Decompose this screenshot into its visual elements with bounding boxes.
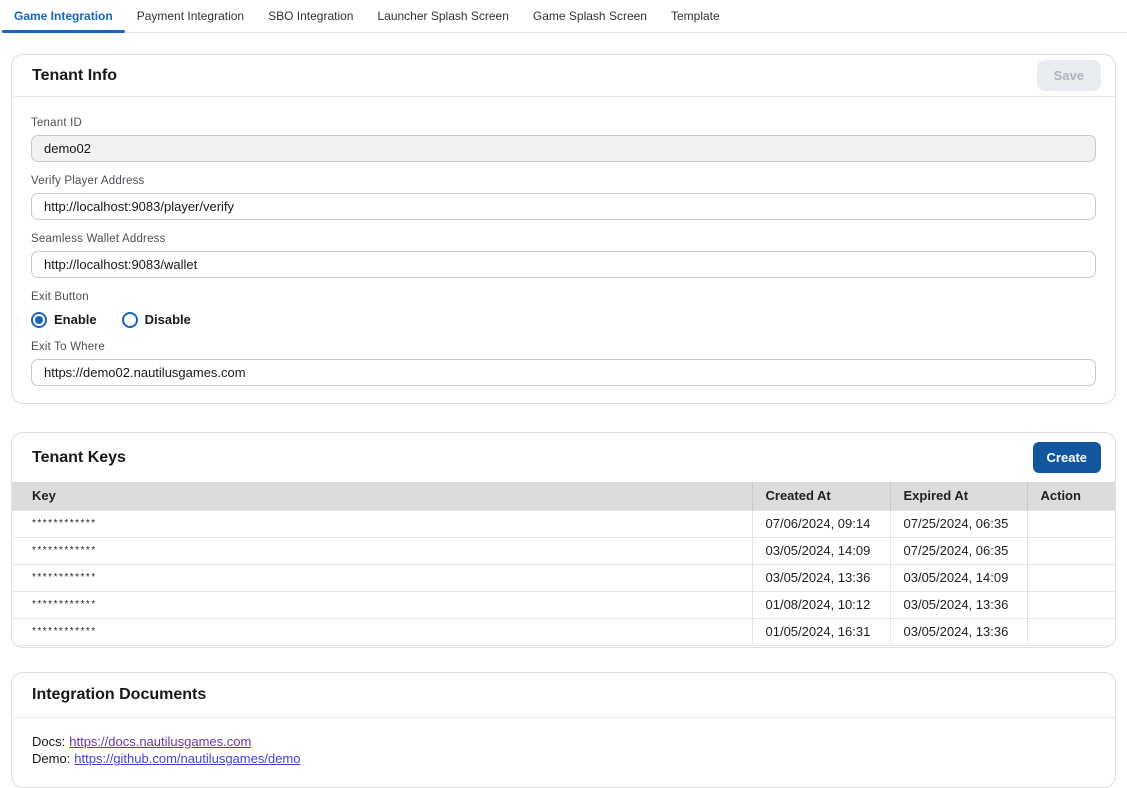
column-header-created-at: Created At [752, 482, 890, 510]
verify-player-address-field-group: Verify Player Address [31, 175, 1096, 220]
exit-button-disable-radio[interactable]: Disable [122, 312, 191, 328]
key-cell: ************ [12, 510, 752, 537]
expired-at-cell: 03/05/2024, 13:36 [890, 591, 1027, 618]
demo-link[interactable]: https://github.com/nautilusgames/demo [74, 751, 300, 766]
table-row: ************ 01/08/2024, 10:12 03/05/202… [12, 591, 1115, 618]
expired-at-cell: 03/05/2024, 14:09 [890, 564, 1027, 591]
integration-documents-header: Integration Documents [12, 673, 1115, 718]
seamless-wallet-address-field-group: Seamless Wallet Address [31, 233, 1096, 278]
table-row: ************ 03/05/2024, 13:36 03/05/202… [12, 564, 1115, 591]
tab-payment-integration[interactable]: Payment Integration [125, 0, 256, 32]
expired-at-cell: 07/25/2024, 06:35 [890, 537, 1027, 564]
tenant-id-label: Tenant ID [31, 117, 1096, 129]
action-cell [1027, 618, 1115, 645]
demo-line: Demo: https://github.com/nautilusgames/de… [32, 750, 1095, 768]
exit-to-where-input[interactable] [31, 359, 1096, 386]
docs-link[interactable]: https://docs.nautilusgames.com [69, 734, 251, 749]
verify-player-address-label: Verify Player Address [31, 175, 1096, 187]
enable-radio-label: Enable [54, 312, 97, 327]
tab-sbo-integration[interactable]: SBO Integration [256, 0, 365, 32]
tenant-keys-title: Tenant Keys [32, 449, 126, 467]
created-at-cell: 01/08/2024, 10:12 [752, 591, 890, 618]
radio-unselected-icon [122, 312, 138, 328]
created-at-cell: 07/06/2024, 09:14 [752, 510, 890, 537]
key-cell: ************ [12, 564, 752, 591]
tenant-id-field-group: Tenant ID [31, 117, 1096, 162]
tenant-info-card: Tenant Info Save Tenant ID Verify Player… [11, 54, 1116, 404]
action-cell [1027, 564, 1115, 591]
tab-game-splash-screen[interactable]: Game Splash Screen [521, 0, 659, 32]
tenant-id-input[interactable] [31, 135, 1096, 162]
table-header-row: Key Created At Expired At Action [12, 482, 1115, 510]
table-row: ************ 03/05/2024, 14:09 07/25/202… [12, 537, 1115, 564]
demo-label: Demo: [32, 751, 70, 766]
created-at-cell: 01/05/2024, 16:31 [752, 618, 890, 645]
save-button[interactable]: Save [1037, 60, 1101, 91]
created-at-cell: 03/05/2024, 13:36 [752, 564, 890, 591]
seamless-wallet-address-input[interactable] [31, 251, 1096, 278]
tenant-info-body: Tenant ID Verify Player Address Seamless… [12, 97, 1115, 403]
docs-label: Docs: [32, 734, 65, 749]
expired-at-cell: 07/25/2024, 06:35 [890, 510, 1027, 537]
exit-button-radio-group: Enable Disable [31, 311, 1096, 328]
column-header-key: Key [12, 482, 752, 510]
integration-documents-card: Integration Documents Docs: https://docs.… [11, 672, 1116, 788]
tab-template[interactable]: Template [659, 0, 732, 32]
table-row: ************ 01/05/2024, 16:31 03/05/202… [12, 618, 1115, 645]
tenant-info-title: Tenant Info [32, 67, 117, 85]
exit-button-label: Exit Button [31, 291, 1096, 303]
tenant-keys-table: Key Created At Expired At Action *******… [12, 482, 1115, 646]
seamless-wallet-address-label: Seamless Wallet Address [31, 233, 1096, 245]
radio-selected-icon [31, 312, 47, 328]
expired-at-cell: 03/05/2024, 13:36 [890, 618, 1027, 645]
key-cell: ************ [12, 591, 752, 618]
docs-line: Docs: https://docs.nautilusgames.com [32, 733, 1095, 751]
tab-launcher-splash-screen[interactable]: Launcher Splash Screen [365, 0, 520, 32]
table-row: ************ 07/06/2024, 09:14 07/25/202… [12, 510, 1115, 537]
action-cell [1027, 591, 1115, 618]
disable-radio-label: Disable [145, 312, 191, 327]
page-content: Tenant Info Save Tenant ID Verify Player… [0, 54, 1127, 788]
verify-player-address-input[interactable] [31, 193, 1096, 220]
tenant-info-header: Tenant Info Save [12, 55, 1115, 97]
tab-bar: Game Integration Payment Integration SBO… [0, 0, 1127, 33]
create-button[interactable]: Create [1033, 442, 1101, 473]
column-header-action: Action [1027, 482, 1115, 510]
key-cell: ************ [12, 618, 752, 645]
tenant-keys-card: Tenant Keys Create Key Created At Expire… [11, 432, 1116, 648]
tenant-keys-header: Tenant Keys Create [12, 433, 1115, 482]
created-at-cell: 03/05/2024, 14:09 [752, 537, 890, 564]
tab-game-integration[interactable]: Game Integration [2, 0, 125, 32]
exit-to-where-label: Exit To Where [31, 341, 1096, 353]
column-header-expired-at: Expired At [890, 482, 1027, 510]
exit-to-where-field-group: Exit To Where [31, 341, 1096, 386]
exit-button-field-group: Exit Button Enable Disable [31, 291, 1096, 328]
action-cell [1027, 510, 1115, 537]
action-cell [1027, 537, 1115, 564]
integration-documents-title: Integration Documents [32, 686, 206, 704]
integration-documents-body: Docs: https://docs.nautilusgames.com Demo… [12, 718, 1115, 787]
key-cell: ************ [12, 537, 752, 564]
exit-button-enable-radio[interactable]: Enable [31, 312, 97, 328]
